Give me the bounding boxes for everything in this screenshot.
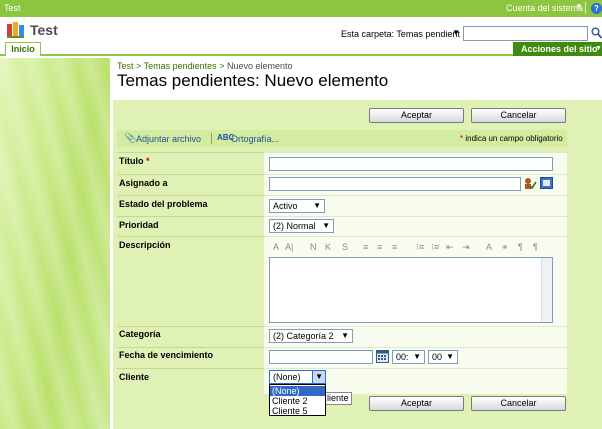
breadcrumb-site-link[interactable]: Test xyxy=(117,61,134,71)
rte-button[interactable]: N xyxy=(310,242,317,252)
field-label-priority: Prioridad xyxy=(119,220,159,230)
due-hour-value: 00: xyxy=(396,352,409,362)
rte-button[interactable]: ¶ xyxy=(533,242,538,252)
search-icon[interactable] xyxy=(591,27,602,39)
calendar-icon[interactable] xyxy=(376,350,389,363)
left-panel xyxy=(0,58,110,429)
field-label-title-text: Título xyxy=(119,156,144,166)
rte-button[interactable]: ≡ xyxy=(377,242,382,252)
field-label-status: Estado del problema xyxy=(119,199,208,209)
breadcrumb-separator: > xyxy=(136,61,142,71)
rte-button[interactable]: ¶ xyxy=(518,242,523,252)
site-title[interactable]: Test xyxy=(30,22,58,38)
rich-text-toolbar: A A| N K S ≡ ≡ ≡ ⁝≡ ⁝≡ ⇤ ⇥ A ⚭ ¶ ¶ xyxy=(269,240,553,256)
due-hour-select[interactable]: 00: ▼ xyxy=(392,350,425,364)
due-minute-select[interactable]: 00 ▼ xyxy=(428,350,458,364)
category-select[interactable]: (2) Categoría 2 ▼ xyxy=(269,329,353,343)
status-select-value: Activo xyxy=(273,201,298,211)
site-actions-menu[interactable]: Acciones del sitio ▼ xyxy=(513,42,602,56)
field-label-category: Categoría xyxy=(119,329,161,339)
priority-select-value: (2) Normal xyxy=(273,221,316,231)
toolbar-divider xyxy=(211,133,212,144)
status-select[interactable]: Activo ▼ xyxy=(269,199,325,213)
search-scope-select[interactable]: Esta carpeta: Temas pendient xyxy=(341,29,460,39)
breadcrumb-separator: > xyxy=(219,61,225,71)
attach-file-link[interactable]: Adjuntar archivo xyxy=(136,134,201,144)
required-field-note: * indica un campo obligatorio xyxy=(460,134,563,143)
site-actions-label: Acciones del sitio xyxy=(521,44,598,54)
rte-button[interactable]: A xyxy=(273,242,279,252)
help-icon[interactable]: ? xyxy=(591,3,602,14)
field-label-due-date: Fecha de vencimiento xyxy=(119,350,214,360)
account-menu[interactable]: Cuenta del sistema xyxy=(506,3,583,13)
cancel-button-bottom[interactable]: Cancelar xyxy=(471,396,566,411)
search-input[interactable] xyxy=(463,26,588,41)
description-scrollbar[interactable] xyxy=(541,258,552,322)
rte-button[interactable]: ⁝≡ xyxy=(416,242,424,253)
required-star: * xyxy=(460,134,464,143)
field-label-title: Título * xyxy=(119,156,150,166)
field-label-assigned: Asignado a xyxy=(119,178,168,188)
top-bar-divider xyxy=(585,2,586,14)
ok-button-top[interactable]: Aceptar xyxy=(369,108,464,123)
page-title: Temas pendientes: Nuevo elemento xyxy=(117,71,389,90)
breadcrumb: Test > Temas pendientes > Nuevo elemento xyxy=(117,61,293,71)
field-label-description: Descripción xyxy=(119,240,171,250)
priority-select[interactable]: (2) Normal ▼ xyxy=(269,219,334,233)
rte-button[interactable]: ⚭ xyxy=(501,242,509,253)
chevron-down-icon: ▼ xyxy=(312,371,325,383)
rte-button[interactable]: ⁝≡ xyxy=(431,242,439,253)
account-chevron-down-icon[interactable]: ▼ xyxy=(575,2,583,11)
rte-button[interactable]: S xyxy=(342,242,348,252)
rte-button[interactable]: ⇤ xyxy=(446,242,454,253)
rte-button[interactable]: ≡ xyxy=(363,242,368,252)
cancel-button-top[interactable]: Cancelar xyxy=(471,108,566,123)
rte-button[interactable]: A| xyxy=(285,242,293,252)
client-dropdown-list: (None) Cliente 2 Cliente 5 xyxy=(269,384,326,416)
chevron-down-icon: ▼ xyxy=(313,201,321,210)
check-names-icon[interactable] xyxy=(523,177,537,190)
breadcrumb-current: Nuevo elemento xyxy=(226,61,293,71)
tooltip: liente xyxy=(324,392,352,405)
title-field[interactable] xyxy=(269,157,553,171)
site-actions-chevron-down-icon: ▼ xyxy=(595,45,602,52)
rte-button[interactable]: K xyxy=(325,242,331,252)
client-option[interactable]: Cliente 5 xyxy=(270,406,325,416)
chevron-down-icon: ▼ xyxy=(413,352,421,361)
chevron-down-icon: ▼ xyxy=(341,331,349,340)
rte-button[interactable]: A xyxy=(486,242,492,252)
chevron-down-icon: ▼ xyxy=(446,352,454,361)
paperclip-icon[interactable]: 📎 xyxy=(124,133,136,144)
search-scope-chevron-down-icon[interactable]: ▼ xyxy=(452,28,460,37)
top-bar: Test Cuenta del sistema ▼ ? xyxy=(0,0,602,17)
top-navigation xyxy=(0,42,602,56)
required-note-text: indica un campo obligatorio xyxy=(465,134,563,143)
rte-button[interactable]: ⇥ xyxy=(462,242,470,253)
category-select-value: (2) Categoría 2 xyxy=(273,331,334,341)
tab-home[interactable]: Inicio xyxy=(5,42,41,56)
client-option-selected[interactable]: (None) xyxy=(270,386,325,396)
client-select[interactable]: (None) ▼ xyxy=(269,370,326,384)
site-logo-icon[interactable] xyxy=(7,22,25,38)
due-date-field[interactable] xyxy=(269,350,373,364)
top-bar-title[interactable]: Test xyxy=(4,3,21,13)
assigned-to-field[interactable] xyxy=(269,177,521,191)
description-editor[interactable] xyxy=(269,257,553,323)
client-option[interactable]: Cliente 2 xyxy=(270,396,325,406)
field-label-client: Cliente xyxy=(119,372,150,382)
required-star: * xyxy=(146,156,150,166)
spelling-link[interactable]: Ortografía... xyxy=(231,134,279,144)
client-select-value: (None) xyxy=(273,372,301,382)
rte-button[interactable]: ≡ xyxy=(392,242,397,252)
chevron-down-icon: ▼ xyxy=(322,221,330,230)
due-minute-value: 00 xyxy=(432,352,443,362)
ok-button-bottom[interactable]: Aceptar xyxy=(369,396,464,411)
address-book-icon[interactable] xyxy=(540,177,553,189)
breadcrumb-list-link[interactable]: Temas pendientes xyxy=(144,61,217,71)
